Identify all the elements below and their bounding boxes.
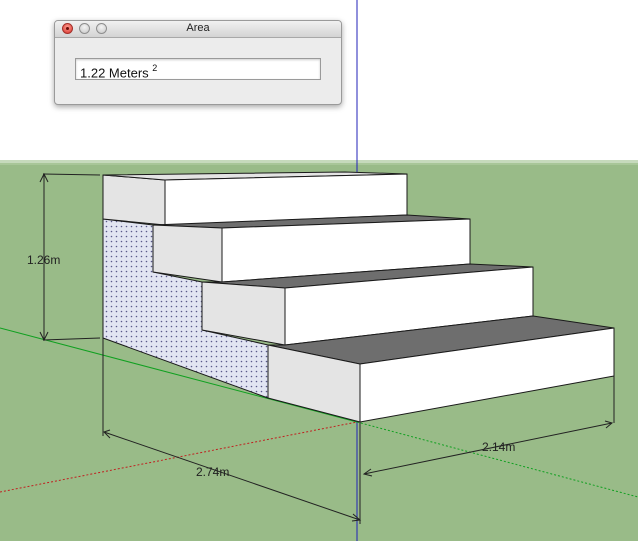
area-dialog[interactable]: Area 1.22 Meters 2 (54, 20, 342, 105)
area-unit-exponent: 2 (152, 63, 158, 73)
depth-label: 2.14m (482, 440, 515, 454)
title-bar[interactable]: Area (55, 21, 341, 38)
area-value-text: 1.22 Meters (80, 65, 149, 81)
window-title: Area (186, 22, 210, 34)
length-label: 2.74m (196, 465, 229, 479)
step-3-side (152, 224, 223, 283)
area-value-field[interactable]: 1.22 Meters 2 (75, 58, 321, 80)
height-label: 1.26m (27, 253, 60, 267)
horizon-band (0, 160, 638, 165)
step-4-side (102, 174, 166, 226)
